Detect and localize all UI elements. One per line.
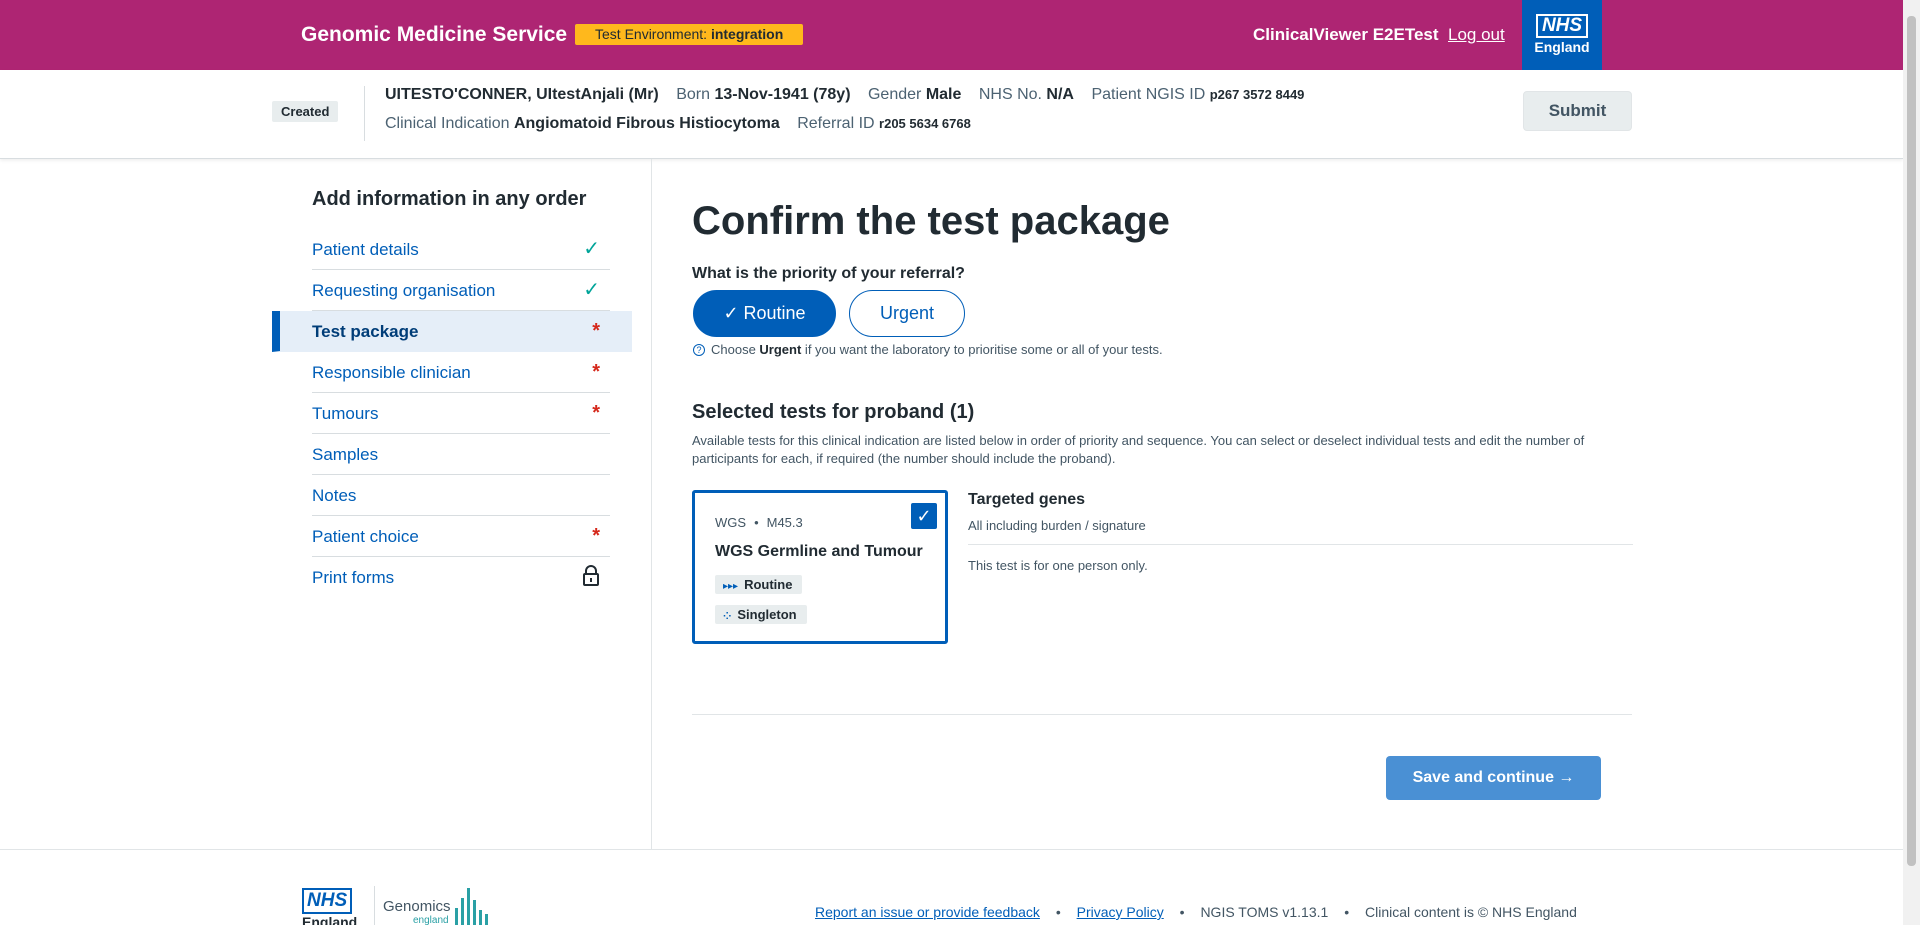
privacy-policy-link[interactable]: Privacy Policy — [1077, 904, 1164, 920]
referral-id: r205 5634 6768 — [879, 116, 971, 131]
checkmark-icon: ✓ — [583, 238, 600, 260]
nav-item-patient-choice[interactable]: Patient choice * — [312, 516, 610, 557]
footer-nhs-logo: NHS — [302, 888, 353, 914]
report-issue-link[interactable]: Report an issue or provide feedback — [815, 904, 1040, 920]
nhs-logo-text: NHS — [1535, 14, 1589, 38]
targeted-genes-title: Targeted genes — [968, 491, 1086, 508]
test-card[interactable]: WGS • M45.3 ✓ WGS Germline and Tumour ▸▸▸ R… — [692, 490, 948, 644]
priority-question: What is the priority of your referral? — [692, 265, 965, 282]
required-asterisk-icon: * — [592, 361, 600, 383]
top-header: Genomic Medicine Service Test Environmen… — [0, 0, 1903, 70]
patient-banner: Created UITESTO'CONNER, UItestAnjali (Mr… — [0, 70, 1903, 159]
genomics-bars-icon — [453, 884, 493, 925]
test-name: WGS Germline and Tumour — [715, 543, 923, 560]
footer-logo-divider — [374, 886, 375, 925]
patient-info-row: UITESTO'CONNER, UItestAnjali (Mr) Born 1… — [385, 86, 1305, 103]
referral-info-row: Clinical Indication Angiomatoid Fibrous … — [385, 115, 971, 132]
nav-item-print-forms[interactable]: Print forms — [312, 557, 610, 598]
required-asterisk-icon: * — [592, 320, 600, 342]
nav-item-tumours[interactable]: Tumours * — [312, 393, 610, 434]
scrollbar-thumb[interactable] — [1907, 16, 1916, 866]
required-asterisk-icon: * — [592, 402, 600, 424]
targeted-genes-subtitle: All including burden / signature — [968, 518, 1146, 533]
test-selected-checkbox[interactable]: ✓ — [911, 503, 937, 529]
nav-item-notes[interactable]: Notes — [312, 475, 610, 516]
targeted-genes-divider — [968, 544, 1633, 545]
footer-nhs-region: England — [302, 914, 358, 925]
nav-item-requesting-organisation[interactable]: Requesting organisation ✓ — [312, 270, 610, 311]
info-icon: ? — [693, 344, 705, 356]
status-badge: Created — [272, 101, 339, 122]
sidebar-divider — [651, 159, 652, 849]
genomics-england-logo-sub: england — [413, 915, 449, 925]
patient-ngis-id: p267 3572 8449 — [1209, 87, 1305, 102]
patient-name: UITESTO'CONNER, UItestAnjali (Mr) — [385, 86, 659, 103]
referral-section-nav: Patient details ✓ Requesting organisatio… — [272, 229, 632, 598]
priority-routine-toggle[interactable]: ✓ Routine — [693, 290, 836, 337]
nav-item-patient-details[interactable]: Patient details ✓ — [312, 229, 610, 270]
main-divider — [692, 714, 1632, 715]
selected-tests-description: Available tests for this clinical indica… — [692, 433, 1585, 466]
test-participant-note: This test is for one person only. — [968, 558, 1148, 573]
logout-link[interactable]: Log out — [1448, 25, 1505, 45]
patient-nhs-number: N/A — [1046, 86, 1074, 103]
service-name: Genomic Medicine Service — [301, 23, 568, 46]
nav-item-responsible-clinician[interactable]: Responsible clinician * — [312, 352, 610, 393]
test-participants-tag: ⁘ Singleton — [715, 605, 807, 624]
environment-badge: Test Environment: integration — [575, 24, 804, 45]
genomics-england-logo: Genomics — [383, 898, 451, 915]
page-scrollbar[interactable] — [1903, 0, 1920, 925]
checkmark-icon: ✓ — [583, 279, 600, 301]
test-priority-tag: ▸▸▸ Routine — [715, 575, 803, 594]
nav-title: Add information in any order — [312, 188, 587, 210]
priority-urgent-toggle[interactable]: Urgent — [849, 290, 965, 337]
clinical-indication: Angiomatoid Fibrous Histiocytoma — [513, 115, 780, 132]
footer: NHS England Genomics england Report an i… — [0, 849, 1903, 925]
banner-divider — [364, 86, 365, 141]
singleton-icon: ⁘ — [723, 611, 732, 622]
nhs-logo-region: England — [1534, 39, 1590, 55]
routine-arrows-icon: ▸▸▸ — [723, 581, 739, 592]
nhs-logo: NHS England — [1522, 0, 1602, 70]
selected-tests-title: Selected tests for proband (1) — [692, 401, 975, 423]
test-code: WGS • M45.3 — [715, 515, 803, 530]
priority-hint: ? Choose Urgent if you want the laborator… — [693, 342, 1163, 357]
patient-dob: 13-Nov-1941 (78y) — [714, 86, 851, 103]
app-version: NGIS TOMS v1.13.1 — [1200, 904, 1329, 920]
nav-item-test-package[interactable]: Test package * — [272, 311, 632, 352]
page-title: Confirm the test package — [692, 199, 1170, 243]
nav-item-samples[interactable]: Samples — [312, 434, 610, 475]
copyright: Clinical content is © NHS England — [1365, 904, 1577, 920]
footer-links: Report an issue or provide feedback • Pr… — [815, 904, 1577, 920]
lock-icon — [582, 557, 600, 598]
patient-gender: Male — [925, 86, 962, 103]
save-and-continue-button[interactable]: Save and continue → — [1386, 756, 1601, 800]
submit-button[interactable]: Submit — [1523, 91, 1632, 131]
user-name: ClinicalViewer E2ETest — [1253, 25, 1439, 44]
required-asterisk-icon: * — [592, 525, 600, 547]
